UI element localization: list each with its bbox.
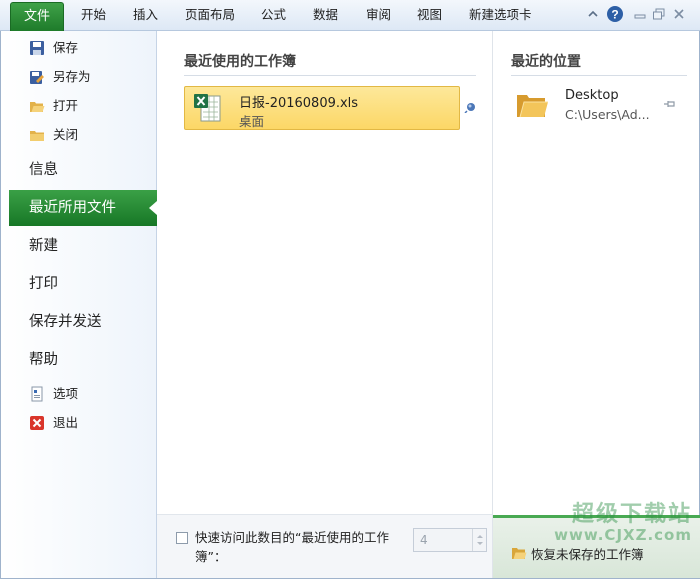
ribbon-tab-bar: 文件 开始 插入 页面布局 公式 数据 审阅 视图 新建选项卡 ? (0, 0, 700, 31)
quick-access-count: 4 (420, 533, 428, 547)
quick-access-count-spinner[interactable]: 4 (413, 528, 487, 552)
tab-new-tab[interactable]: 新建选项卡 (469, 5, 532, 25)
close-folder-icon (30, 131, 44, 141)
excel-file-icon (194, 94, 221, 122)
save-as-icon (30, 71, 44, 84)
nav-print[interactable]: 打印 (9, 266, 157, 302)
recent-places-title: 最近的位置 (511, 54, 581, 70)
recent-place-name: Desktop (565, 88, 619, 103)
open-folder-icon (30, 102, 45, 112)
tab-view[interactable]: 视图 (417, 5, 442, 25)
recent-workbooks-title: 最近使用的工作簿 (184, 54, 296, 70)
pin-icon[interactable] (464, 101, 478, 113)
nav-recent[interactable]: 最近所用文件 (9, 190, 157, 226)
help-icon[interactable]: ? (606, 5, 624, 22)
spinner-arrows-icon[interactable] (472, 529, 486, 551)
watermark-logo: 超级下载站 www.CJXZ.com (554, 502, 692, 544)
exit-icon (30, 416, 44, 430)
quick-access-label: 快速访问此数目的“最近使用的工作簿”： (195, 530, 389, 564)
restore-icon[interactable] (652, 6, 666, 22)
open-folder-icon (512, 548, 527, 559)
ribbon-collapse-icon[interactable] (587, 6, 599, 22)
nav-help[interactable]: 帮助 (9, 342, 157, 378)
backstage-nav: 保存 另存为 打开 关闭 信息 最近所用文件 新建 打印 保存并发送 帮助 选项… (1, 31, 157, 578)
svg-text:?: ? (611, 8, 618, 22)
recent-workbooks-panel: 最近使用的工作簿 日报-20160809.xls 桌面 快速访问此数目的“最近使… (157, 31, 492, 578)
tab-insert[interactable]: 插入 (133, 5, 158, 25)
nav-new[interactable]: 新建 (9, 228, 157, 264)
save-icon (30, 41, 44, 55)
recent-file-item[interactable]: 日报-20160809.xls 桌面 (184, 86, 460, 130)
tab-formulas[interactable]: 公式 (261, 5, 286, 25)
tab-file[interactable]: 文件 (10, 2, 64, 31)
options-icon (31, 386, 43, 402)
recent-place-path: C:\Users\Ad... (565, 107, 650, 122)
tab-home[interactable]: 开始 (81, 5, 106, 25)
recent-file-name: 日报-20160809.xls (239, 96, 359, 111)
nav-info[interactable]: 信息 (9, 152, 157, 188)
divider (184, 75, 476, 76)
recent-file-location: 桌面 (239, 114, 265, 129)
pin-icon[interactable] (663, 98, 677, 110)
nav-save-send[interactable]: 保存并发送 (9, 304, 157, 340)
quick-access-bar: 快速访问此数目的“最近使用的工作簿”： 4 (157, 514, 492, 578)
tab-review[interactable]: 审阅 (366, 5, 391, 25)
folder-icon (517, 95, 548, 118)
divider (511, 75, 687, 76)
quick-access-checkbox[interactable] (176, 532, 188, 544)
minimize-icon[interactable] (633, 6, 647, 22)
tab-page-layout[interactable]: 页面布局 (185, 5, 235, 25)
close-icon[interactable] (672, 6, 686, 22)
tab-data[interactable]: 数据 (313, 5, 338, 25)
